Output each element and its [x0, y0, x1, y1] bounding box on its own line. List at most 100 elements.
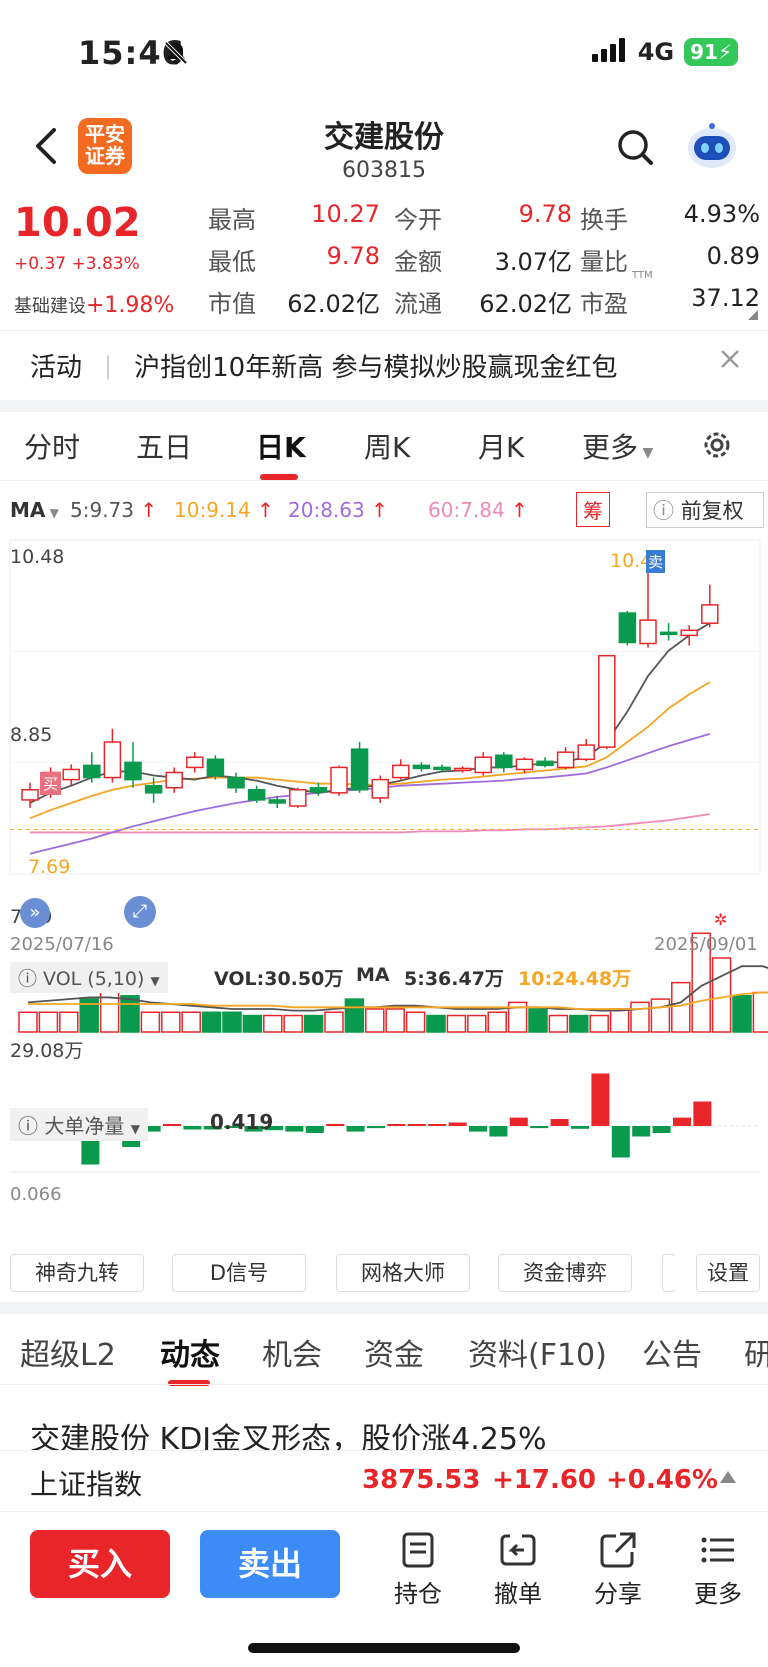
tool-d-signal[interactable]: D信号: [172, 1254, 306, 1292]
volume-bar: [569, 1014, 589, 1033]
buy-button[interactable]: 买入: [30, 1530, 170, 1598]
section-gap: [0, 400, 768, 412]
tab-monthly-k[interactable]: 月K: [478, 426, 524, 466]
volume-bar: [181, 1011, 201, 1033]
ma60-label: 60:7.84 ↑: [428, 498, 528, 522]
event-marker-icon[interactable]: ✲: [714, 910, 727, 929]
price-change: +0.37 +3.83%: [14, 254, 140, 274]
quote-value: 4.93%: [683, 200, 760, 228]
signal-icon: [591, 38, 628, 66]
tool-capital-game[interactable]: 资金博弈: [498, 1254, 632, 1292]
news-headline[interactable]: 交建股份 KDJ金叉形态，股价涨4.25%: [30, 1410, 760, 1450]
search-icon[interactable]: [616, 128, 656, 172]
bigorder-legend: ⓘ 大单净量 ▼ 0.419: [10, 1108, 760, 1141]
tab-profile-f10[interactable]: 资料(F10): [468, 1330, 607, 1374]
tab-funds[interactable]: 资金: [364, 1330, 424, 1374]
sell-tag[interactable]: 卖: [646, 550, 666, 573]
close-icon[interactable]: [718, 347, 742, 375]
volume-bar: [528, 1008, 548, 1033]
volume-bar: [752, 991, 768, 1033]
tab-weekly-k[interactable]: 周K: [364, 426, 410, 466]
bigorder-value: 0.419: [210, 1110, 274, 1134]
tool-magic-nine[interactable]: 神奇九转: [10, 1254, 144, 1292]
buy-tag[interactable]: 买: [40, 772, 62, 795]
candle-body: [536, 760, 554, 767]
vol-ma-prefix: MA: [356, 964, 390, 986]
index-ticker[interactable]: 上证指数 3875.53 +17.60 +0.46%: [0, 1450, 768, 1512]
quote-value: 9.78: [326, 242, 380, 270]
activity-banner[interactable]: 活动 | 沪指创10年新高 参与模拟炒股赢现金红包: [0, 330, 768, 400]
volume-bar: [385, 1008, 405, 1033]
cancel-order-button[interactable]: 撤单: [478, 1530, 558, 1609]
index-pct: +0.46%: [606, 1465, 718, 1495]
bigorder-selector[interactable]: ⓘ 大单净量 ▼: [10, 1108, 148, 1141]
index-value: 3875.53: [362, 1465, 481, 1495]
activity-text[interactable]: 沪指创10年新高 参与模拟炒股赢现金红包: [134, 347, 617, 384]
fullscreen-icon[interactable]: ⤢: [124, 896, 156, 928]
candle-body: [268, 799, 286, 804]
tool-settings[interactable]: 设置: [696, 1254, 760, 1292]
home-indicator[interactable]: [248, 1643, 520, 1653]
candle-body: [247, 789, 266, 801]
date-end: 2025/09/01: [654, 934, 758, 955]
volume-bar: [467, 1014, 487, 1033]
ma5-label: 5:9.73 ↑: [70, 498, 158, 522]
volume-bar: [732, 995, 752, 1033]
gear-icon[interactable]: [700, 428, 734, 466]
volume-bar: [365, 1008, 385, 1033]
candle-body: [453, 767, 472, 772]
volume-bar: [263, 1014, 283, 1033]
sell-button[interactable]: 卖出: [200, 1530, 340, 1598]
expand-left-icon[interactable]: »: [20, 898, 50, 928]
positions-button[interactable]: 持仓: [378, 1530, 458, 1609]
tab-more[interactable]: 更多 ▼: [582, 426, 653, 466]
chip-distribution-button[interactable]: 筹: [576, 492, 610, 527]
candle-body: [659, 631, 678, 636]
ma-selector[interactable]: MA ▼: [10, 498, 59, 522]
tab-intraday[interactable]: 分时: [24, 426, 80, 466]
volume-bar: [609, 1008, 630, 1033]
tab-five-day[interactable]: 五日: [136, 426, 192, 466]
more-button[interactable]: 更多: [678, 1530, 758, 1609]
robot-assistant-icon[interactable]: [684, 122, 740, 176]
vol-legend: ⓘ VOL (5,10) ▼ VOL:30.50万 MA 5:36.47万 10…: [10, 962, 760, 993]
index-change: +17.60: [492, 1465, 597, 1495]
tab-super-l2[interactable]: 超级L2: [20, 1330, 116, 1374]
candle-body: [433, 766, 451, 771]
corner-expand-icon[interactable]: [748, 310, 758, 320]
index-name: 上证指数: [30, 1468, 143, 1501]
volume-bar: [161, 1011, 181, 1033]
divider: |: [104, 351, 113, 380]
volume-bar: [650, 998, 671, 1033]
tab-announcements[interactable]: 公告: [642, 1330, 702, 1374]
candle-body: [83, 764, 101, 779]
tab-dynamics[interactable]: 动态: [160, 1330, 220, 1374]
tool-partial[interactable]: [662, 1254, 676, 1292]
share-button[interactable]: 分享: [578, 1530, 658, 1609]
quote-grid: 最高 10.27 今开 9.78 换手 4.93% 最低 9.78 金额 3.0…: [208, 200, 760, 326]
quote-value: 10.27: [311, 200, 380, 228]
tab-daily-k[interactable]: 日K: [256, 426, 306, 466]
quote-label: 金额: [394, 248, 442, 276]
price-adjust-button[interactable]: ⓘ 前复权: [646, 492, 764, 528]
tab-opportunity[interactable]: 机会: [262, 1330, 322, 1374]
volume-bar: [589, 1014, 609, 1033]
vol-ma10: 10:24.48万: [518, 968, 632, 990]
candle-body: [371, 778, 389, 799]
candle-body: [350, 748, 369, 791]
bigorder-axis-label: 0.066: [10, 1184, 62, 1205]
ma10-label: 10:9.14 ↑: [174, 498, 274, 522]
vol-selector[interactable]: ⓘ VOL (5,10) ▼: [10, 962, 168, 993]
volume-bar: [140, 1011, 161, 1033]
price-axis-high: 10.48: [10, 546, 65, 568]
tab-research[interactable]: 研: [744, 1330, 768, 1374]
quote-value: 3.07亿: [494, 248, 572, 276]
tool-grid-master[interactable]: 网格大师: [336, 1254, 470, 1292]
volume-bar: [324, 1011, 344, 1033]
sector-info[interactable]: 基础建设+1.98%: [14, 292, 174, 318]
expand-up-icon[interactable]: [720, 1471, 736, 1483]
quote-label: 市盈: [580, 290, 628, 318]
divider: [0, 1384, 768, 1385]
candle-body: [186, 756, 204, 769]
kline-chart[interactable]: [0, 538, 768, 1258]
